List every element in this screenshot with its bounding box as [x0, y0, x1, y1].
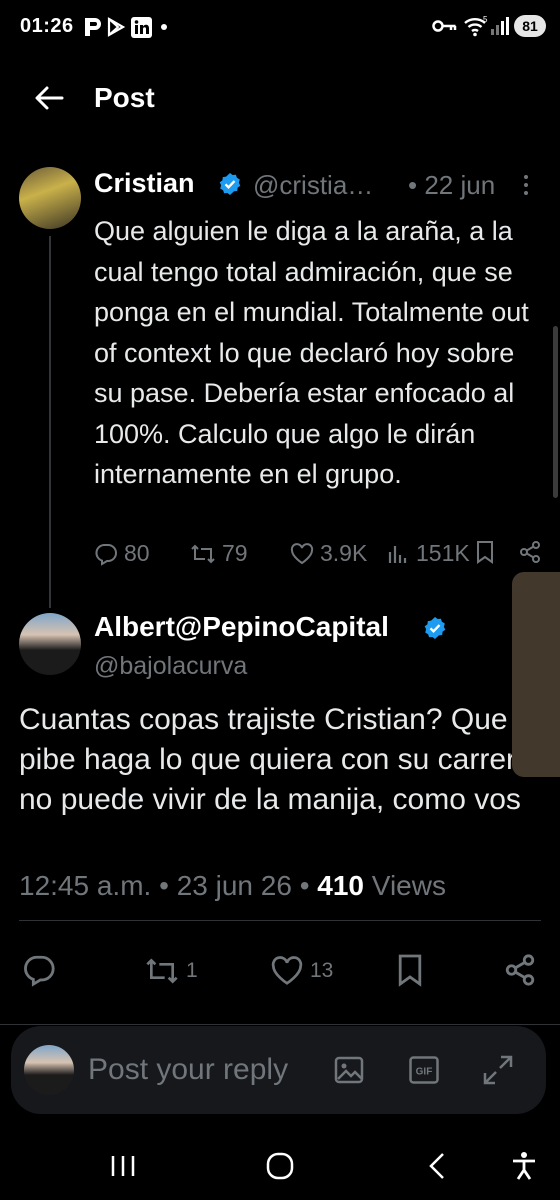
reply-icon	[95, 543, 117, 566]
repost-icon	[146, 958, 178, 984]
more-options-icon[interactable]	[522, 174, 530, 196]
back-icon[interactable]	[428, 1152, 446, 1180]
bookmark-icon	[477, 541, 493, 564]
tweet-date: 23 jun 26	[176, 870, 292, 901]
repost-count: 1	[186, 959, 198, 982]
like-count: 13	[310, 959, 334, 982]
key-icon	[432, 18, 458, 34]
scrollbar[interactable]	[553, 326, 558, 498]
wifi-icon: 5	[463, 15, 489, 37]
repost-count: 79	[222, 540, 248, 566]
share-icon	[505, 954, 535, 986]
status-bar: 01:26 5 81	[0, 0, 560, 56]
repost-icon	[191, 544, 215, 563]
svg-text:GIF: GIF	[416, 1067, 433, 1078]
divider	[19, 920, 541, 921]
views-count: 151K	[416, 540, 470, 566]
author-name[interactable]: Cristian	[94, 168, 195, 199]
views-icon	[388, 545, 407, 563]
author-name[interactable]: Albert@PepinoCapital	[94, 611, 389, 643]
share-icon	[520, 541, 540, 563]
avatar[interactable]	[19, 167, 81, 229]
thread-line	[49, 236, 51, 608]
accessibility-icon[interactable]	[510, 1151, 538, 1181]
recent-apps-icon[interactable]	[110, 1154, 136, 1178]
author-handle[interactable]: @bajolacurva	[94, 652, 247, 681]
tweet-meta: 12:45 a.m. • 23 jun 26 • 410 Views	[19, 870, 446, 901]
reply-button[interactable]: 80	[94, 540, 150, 567]
bookmark-button[interactable]	[396, 953, 424, 987]
views-button[interactable]: 151K	[388, 540, 470, 567]
repost-button[interactable]: 1	[144, 955, 198, 987]
back-arrow-icon[interactable]	[34, 85, 64, 111]
views-label[interactable]: Views	[372, 870, 446, 901]
share-button[interactable]	[503, 953, 537, 987]
image-icon[interactable]	[334, 1055, 364, 1085]
share-button[interactable]	[518, 540, 542, 564]
status-time: 01:26	[20, 15, 74, 37]
gif-icon[interactable]: GIF	[409, 1056, 439, 1084]
heart-icon	[290, 542, 314, 564]
home-icon[interactable]	[266, 1152, 294, 1180]
page-title: Post	[94, 82, 155, 113]
notification-dot-icon	[161, 24, 167, 30]
battery-indicator: 81	[514, 15, 546, 37]
reply-icon	[24, 955, 55, 987]
divider	[0, 1024, 560, 1025]
tweet-text: Cuantas copas trajiste Cristian? Que el …	[19, 703, 542, 816]
svg-text:5: 5	[483, 15, 488, 24]
author-handle[interactable]: @cristia…	[253, 170, 373, 201]
signal-icon	[490, 16, 510, 36]
reply-button[interactable]	[22, 953, 56, 987]
avatar[interactable]	[19, 613, 81, 675]
p-icon	[82, 16, 104, 38]
like-button[interactable]: 13	[270, 956, 333, 986]
heart-icon	[271, 956, 303, 985]
system-nav-bar	[0, 1140, 560, 1200]
edge-panel-handle[interactable]	[512, 572, 560, 777]
like-count: 3.9K	[320, 540, 368, 566]
reply-input[interactable]: Post your reply	[88, 1053, 288, 1087]
play-store-icon	[106, 17, 128, 37]
views-count: 410	[317, 870, 364, 901]
reply-count: 80	[124, 540, 150, 566]
tweet-text: Que alguien le diga a la araña, a la cua…	[94, 216, 529, 489]
tweet-time: 12:45 a.m.	[19, 870, 152, 901]
linkedin-icon	[131, 17, 152, 38]
tweet-date[interactable]: • 22 jun	[408, 170, 495, 201]
verified-badge-icon	[423, 616, 447, 640]
like-button[interactable]: 3.9K	[290, 540, 367, 567]
expand-icon[interactable]	[482, 1054, 514, 1086]
verified-badge-icon	[218, 172, 242, 196]
bookmark-icon	[398, 954, 422, 987]
repost-button[interactable]: 79	[190, 540, 248, 567]
bookmark-button[interactable]	[475, 540, 495, 564]
avatar	[24, 1045, 74, 1095]
